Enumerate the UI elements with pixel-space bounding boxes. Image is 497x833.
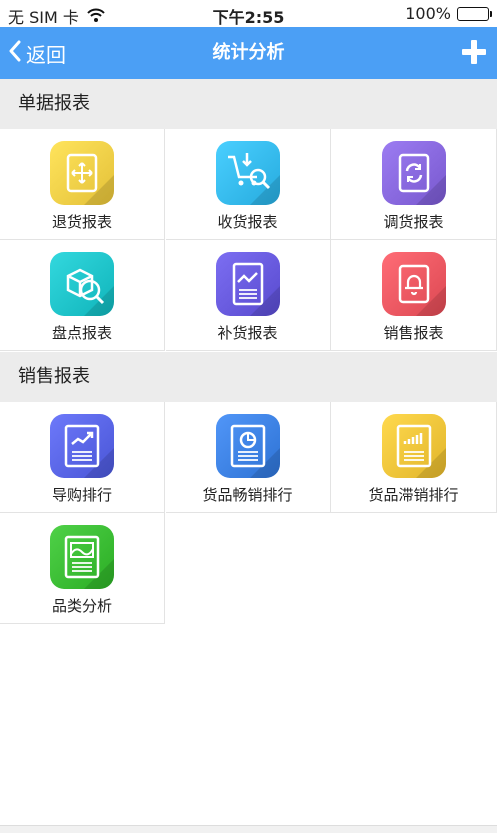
report-tile-label: 调货报表 [383,213,444,231]
category-analysis-icon [50,525,114,589]
section-header-sales-reports: 销售报表 [0,352,497,402]
report-tile-bestseller-ranking[interactable]: 货品畅销排行 [165,402,331,513]
report-tile-label: 销售报表 [383,324,444,342]
report-tile-label: 货品畅销排行 [202,486,293,504]
document-reports-grid: 退货报表 收货报表 调货报表盘点报表 补货报表 销售报表 [0,129,497,352]
report-tile-replenish-report[interactable]: 补货报表 [165,240,331,351]
battery-icon [457,6,492,21]
return-report-icon [50,141,114,205]
nav-bar: 返回 统计分析 [0,27,497,79]
report-tile-label: 退货报表 [51,213,112,231]
report-tile-guide-ranking[interactable]: 导购排行 [0,402,165,513]
page-title: 统计分析 [212,42,285,63]
transfer-report-icon [381,141,446,205]
report-tile-label: 导购排行 [51,486,112,504]
bottom-edge [0,825,497,833]
report-tile-label: 盘点报表 [51,324,112,342]
inventory-report-icon [50,252,114,316]
back-label: 返回 [26,42,66,67]
slow-seller-ranking-icon [381,414,446,478]
chevron-left-icon [8,40,22,67]
status-bar: 无 SIM 卡 下午2:55 100% [0,0,497,27]
report-tile-receive-report[interactable]: 收货报表 [165,129,331,240]
report-tile-sales-report[interactable]: 销售报表 [331,240,497,351]
report-tile-return-report[interactable]: 退货报表 [0,129,165,240]
section-header-document-reports: 单据报表 [0,79,497,129]
report-tile-label: 收货报表 [217,213,278,231]
sales-reports-grid: 导购排行 货品畅销排行 货品滞销排行品类分析 [0,402,497,628]
sales-report-icon [381,252,446,316]
bestseller-ranking-icon [215,414,280,478]
add-button[interactable] [461,39,487,65]
report-tile-slow-seller-ranking[interactable]: 货品滞销排行 [331,402,497,513]
guide-ranking-icon [50,414,114,478]
plus-icon [462,40,486,64]
back-button[interactable]: 返回 [8,27,66,79]
report-tile-transfer-report[interactable]: 调货报表 [331,129,497,240]
report-tile-label: 货品滞销排行 [368,486,459,504]
replenish-report-icon [215,252,280,316]
receive-report-icon [215,141,280,205]
report-tile-label: 补货报表 [217,324,278,342]
report-tile-inventory-report[interactable]: 盘点报表 [0,240,165,351]
report-tile-label: 品类分析 [51,597,112,615]
battery-percent: 100% [405,4,451,23]
report-tile-category-analysis[interactable]: 品类分析 [0,513,165,624]
status-right: 100% [405,4,492,23]
